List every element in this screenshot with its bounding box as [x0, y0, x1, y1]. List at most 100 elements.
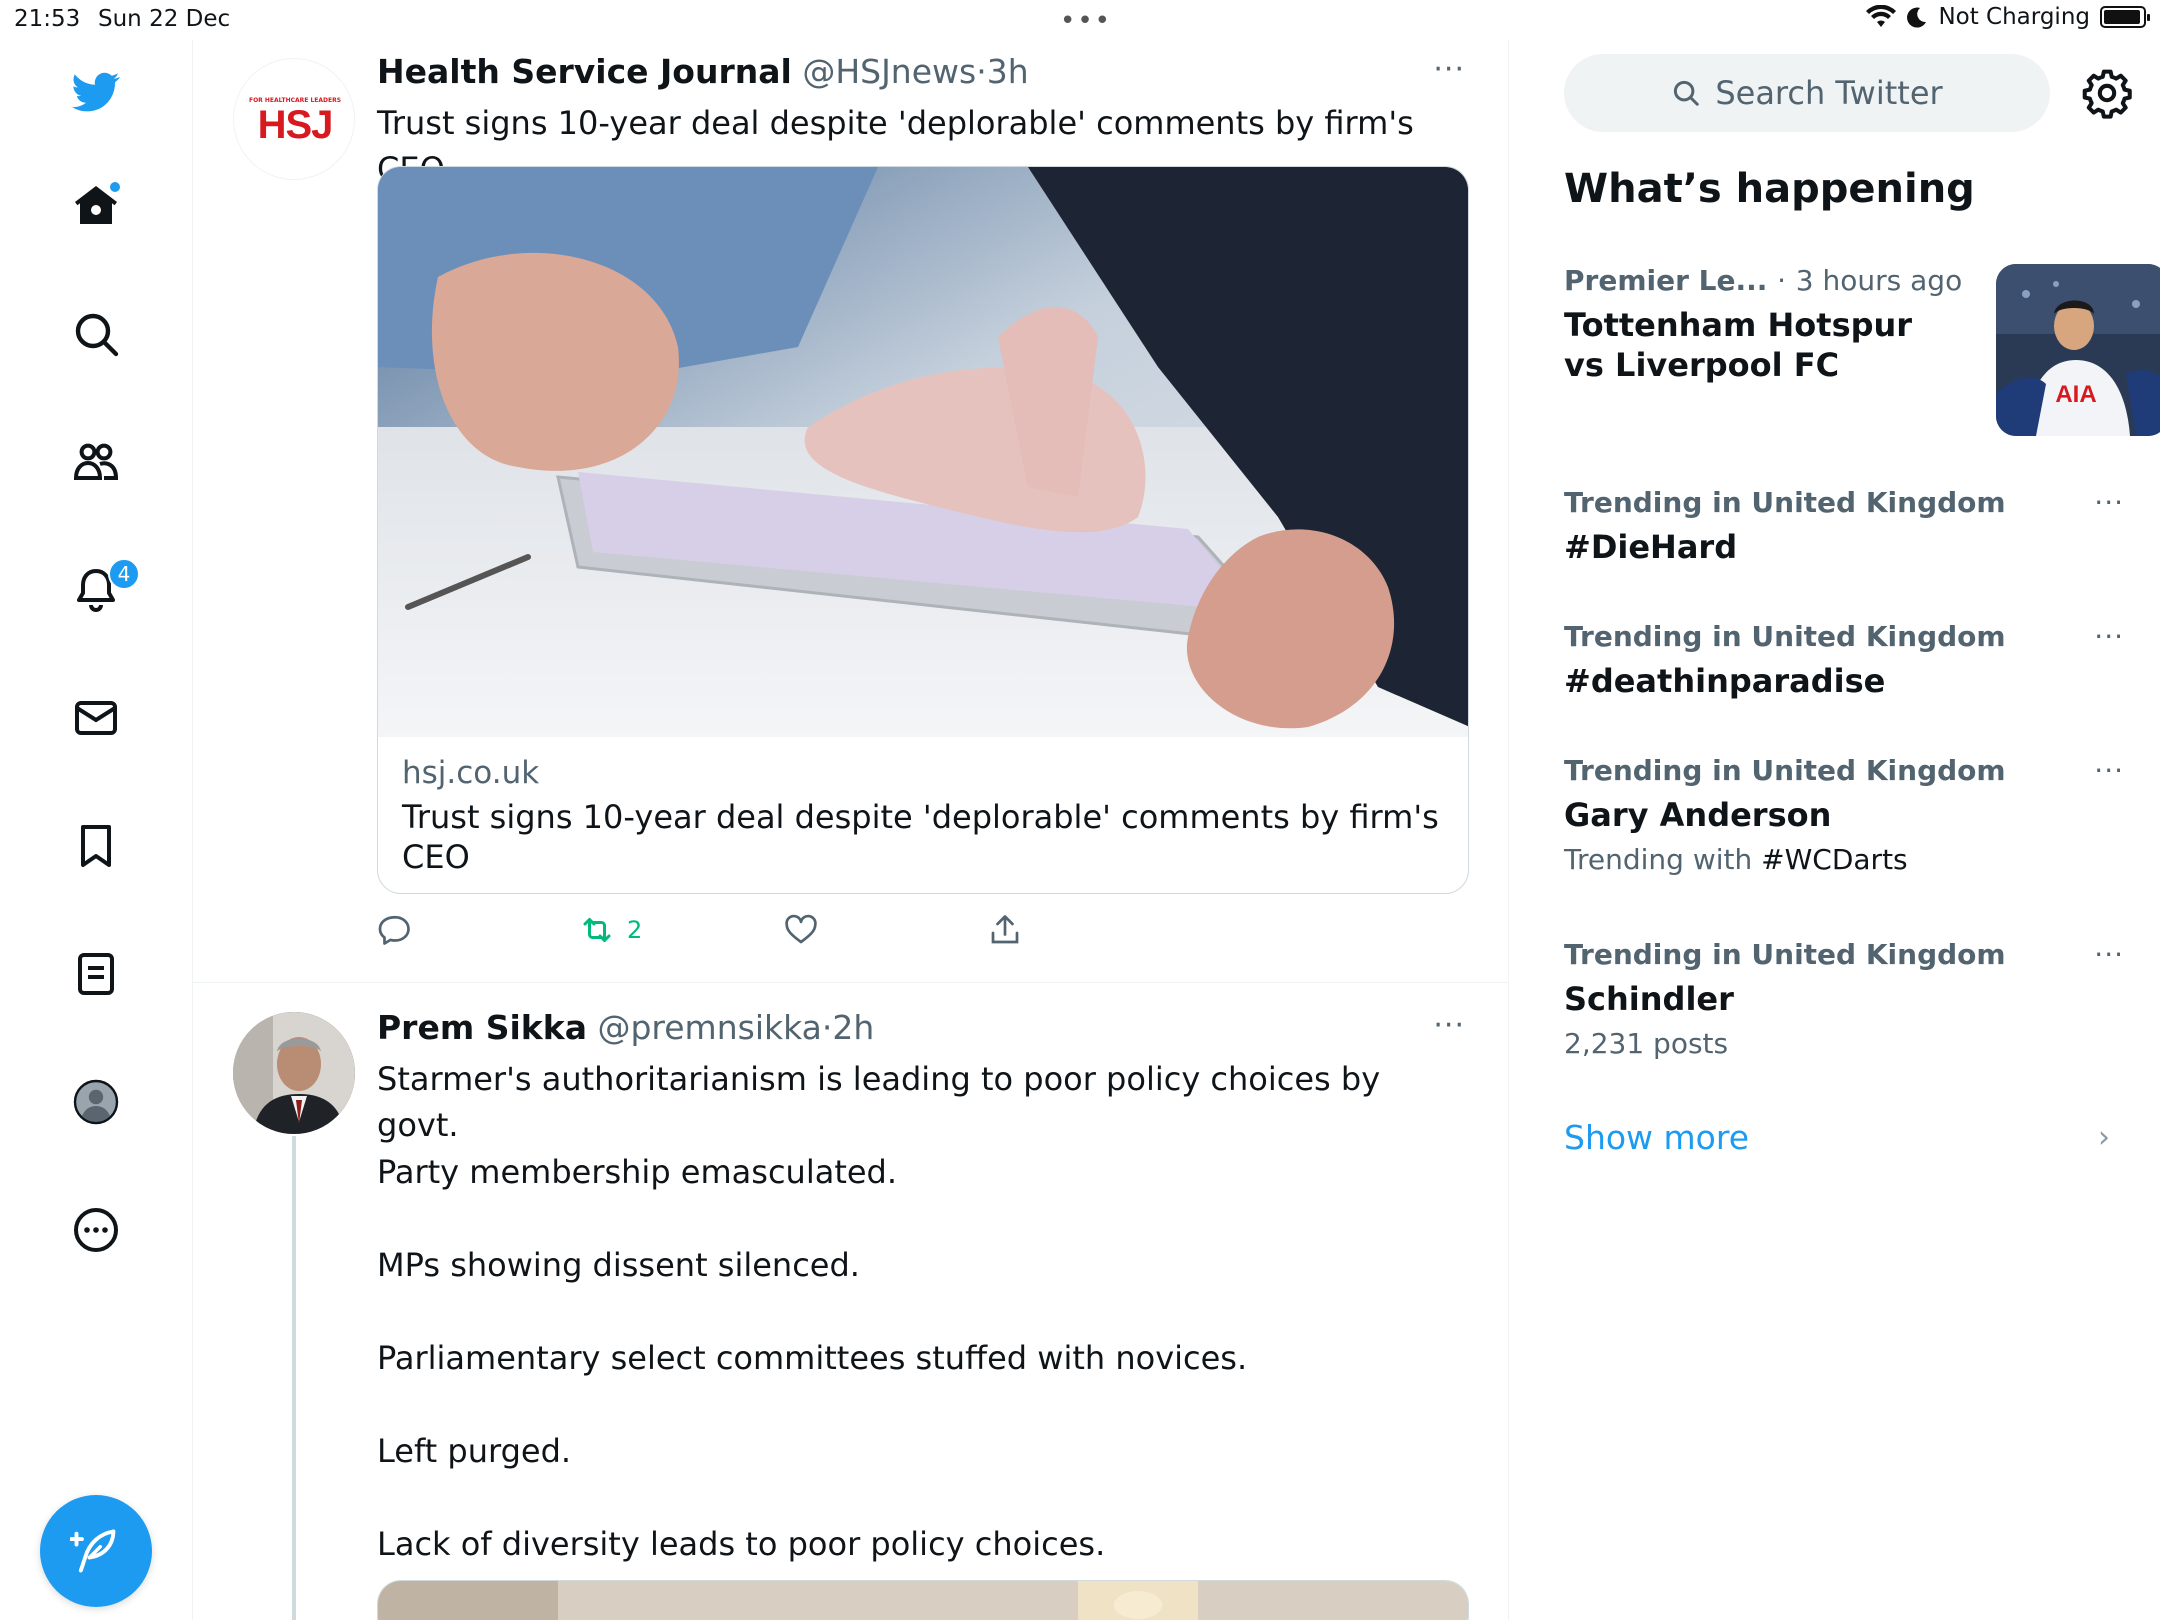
- trend-context: Trending in United Kingdom: [1564, 754, 2006, 787]
- link-card[interactable]: hsj.co.uk Trust signs 10-year deal despi…: [377, 166, 1469, 894]
- bookmark-icon: [81, 825, 111, 867]
- retweet-button[interactable]: 2: [579, 912, 783, 948]
- avatar-icon: [73, 1079, 119, 1125]
- nav-home[interactable]: [64, 174, 128, 238]
- show-more-link[interactable]: Show more: [1564, 1118, 1749, 1157]
- trend-context: Trending in United Kingdom: [1564, 620, 2006, 653]
- bird-icon: [72, 72, 120, 112]
- link-card-domain: hsj.co.uk: [402, 755, 540, 791]
- thread-connector: [292, 1136, 296, 1620]
- status-time: 21:53: [14, 6, 81, 32]
- timeline-feed[interactable]: FOR HEALTHCARE LEADERS HSJ Health Servic…: [193, 40, 1509, 1620]
- compose-feather-icon: [70, 1529, 116, 1573]
- tweet-more-button[interactable]: ···: [1433, 52, 1465, 87]
- nav-more[interactable]: [64, 1198, 128, 1262]
- notification-count-badge: 4: [108, 558, 140, 590]
- tweet-more-button[interactable]: ···: [1433, 1008, 1465, 1043]
- tweet-text: Starmer's authoritarianism is leading to…: [377, 1056, 1467, 1567]
- author-name[interactable]: Health Service Journal: [377, 52, 792, 91]
- trend-item[interactable]: Trending in United Kingdom Gary Anderson…: [1564, 754, 2124, 876]
- trend-post-count: 2,231 posts: [1564, 1027, 1729, 1060]
- nav-messages[interactable]: [64, 686, 128, 750]
- nav-explore[interactable]: [64, 302, 128, 366]
- chevron-right-icon[interactable]: ›: [2098, 1120, 2110, 1155]
- gear-icon[interactable]: [2080, 66, 2134, 120]
- tweet-media[interactable]: [377, 1580, 1469, 1620]
- mail-icon: [75, 701, 117, 735]
- search-placeholder: Search Twitter: [1715, 74, 1943, 112]
- author-handle[interactable]: @premnsikka: [597, 1008, 821, 1047]
- battery-label: Not Charging: [1938, 4, 2090, 30]
- tweet-divider: [193, 982, 1508, 983]
- trend-sub-prefix: Trending with: [1564, 843, 1753, 876]
- multitasking-dots[interactable]: •••: [1060, 6, 1112, 36]
- hsj-avatar[interactable]: FOR HEALTHCARE LEADERS HSJ: [233, 58, 355, 180]
- like-button[interactable]: [783, 912, 987, 948]
- nav-communities[interactable]: [64, 430, 128, 494]
- heart-icon: [785, 914, 817, 944]
- tweet-time[interactable]: 3h: [987, 52, 1029, 91]
- trend-more-button[interactable]: ···: [2094, 754, 2124, 787]
- featured-trend[interactable]: Premier Le... · 3 hours ago Tottenham Ho…: [1564, 264, 2160, 436]
- trend-item[interactable]: Trending in United Kingdom #deathinparad…: [1564, 620, 2124, 701]
- trend-more-button[interactable]: ···: [2094, 620, 2124, 653]
- trend-title: Gary Anderson: [1564, 796, 1832, 834]
- reply-icon: [378, 915, 410, 945]
- trend-separator: ·: [1777, 264, 1787, 297]
- tweet-line: Parliamentary select committees stuffed …: [377, 1339, 1248, 1377]
- status-date: Sun 22 Dec: [98, 6, 231, 32]
- retweet-count: 2: [627, 916, 643, 944]
- nav-notifications[interactable]: 4: [64, 558, 140, 622]
- trend-more-button[interactable]: ···: [2094, 486, 2124, 519]
- trend-context: Trending in United Kingdom: [1564, 938, 2006, 971]
- hsj-logo-text: HSJ: [257, 103, 334, 147]
- trend-title: Schindler: [1564, 980, 1734, 1018]
- trend-title: #DieHard: [1564, 528, 1738, 566]
- trend-title: #deathinparadise: [1564, 662, 1886, 700]
- prem-sikka-avatar[interactable]: [233, 1012, 355, 1134]
- football-player-photo: AIA: [1996, 264, 2160, 436]
- trend-more-button[interactable]: ···: [2094, 938, 2124, 971]
- link-card-meta: hsj.co.uk Trust signs 10-year deal despi…: [378, 737, 1468, 893]
- trend-title: Tottenham Hotspur vs Liverpool FC: [1564, 306, 1913, 384]
- nav-profile[interactable]: [64, 1070, 128, 1134]
- trend-sub-hashtag[interactable]: #WCDarts: [1761, 843, 1908, 876]
- nav-lists[interactable]: [64, 942, 128, 1006]
- media-image-top: [378, 1581, 1468, 1620]
- trend-context: Trending in United Kingdom: [1564, 486, 2006, 519]
- sponsor-logo-text: AIA: [2055, 381, 2096, 408]
- search-icon: [1674, 80, 1700, 106]
- people-icon: [73, 443, 119, 480]
- tweet[interactable]: Prem Sikka @premnsikka·2h ··· Starmer's …: [193, 984, 1508, 1620]
- tweet-time[interactable]: 2h: [832, 1008, 874, 1047]
- search-bar[interactable]: Search Twitter: [1564, 54, 2050, 132]
- twitter-logo[interactable]: [64, 60, 128, 124]
- home-unread-dot: [108, 180, 122, 194]
- reply-button[interactable]: [377, 912, 579, 948]
- author-name[interactable]: Prem Sikka: [377, 1008, 587, 1047]
- trend-thumbnail: AIA: [1996, 264, 2160, 436]
- share-icon: [991, 915, 1019, 944]
- trend-item[interactable]: Trending in United Kingdom #DieHard ···: [1564, 486, 2124, 567]
- nav-bookmarks[interactable]: [64, 814, 128, 878]
- tweet[interactable]: FOR HEALTHCARE LEADERS HSJ Health Servic…: [193, 40, 1508, 984]
- profile-photo: [233, 1012, 355, 1134]
- link-card-title: Trust signs 10-year deal despite 'deplor…: [402, 798, 1439, 876]
- tweet-line: MPs showing dissent silenced.: [377, 1246, 860, 1284]
- trend-time: 3 hours ago: [1795, 264, 1963, 297]
- share-button[interactable]: [987, 912, 1023, 948]
- tweet-actions: 2: [377, 912, 1023, 948]
- left-nav: 4: [0, 40, 193, 1620]
- tweet-header: Health Service Journal @HSJnews·3h: [377, 52, 1029, 91]
- compose-tweet-button[interactable]: [40, 1495, 152, 1607]
- list-icon: [78, 953, 114, 995]
- tweet-line: Lack of diversity leads to poor policy c…: [377, 1525, 1106, 1563]
- header-separator: ·: [821, 1008, 833, 1047]
- link-card-image: [378, 167, 1468, 737]
- trend-subtext: Trending with #WCDarts: [1564, 843, 2124, 876]
- more-circle-icon: [74, 1208, 118, 1252]
- trend-item[interactable]: Trending in United Kingdom Schindler 2,2…: [1564, 938, 2124, 1060]
- trend-category: Premier Le...: [1564, 264, 1768, 297]
- tweet-line: Starmer's authoritarianism is leading to…: [377, 1060, 1381, 1144]
- author-handle[interactable]: @HSJnews: [802, 52, 976, 91]
